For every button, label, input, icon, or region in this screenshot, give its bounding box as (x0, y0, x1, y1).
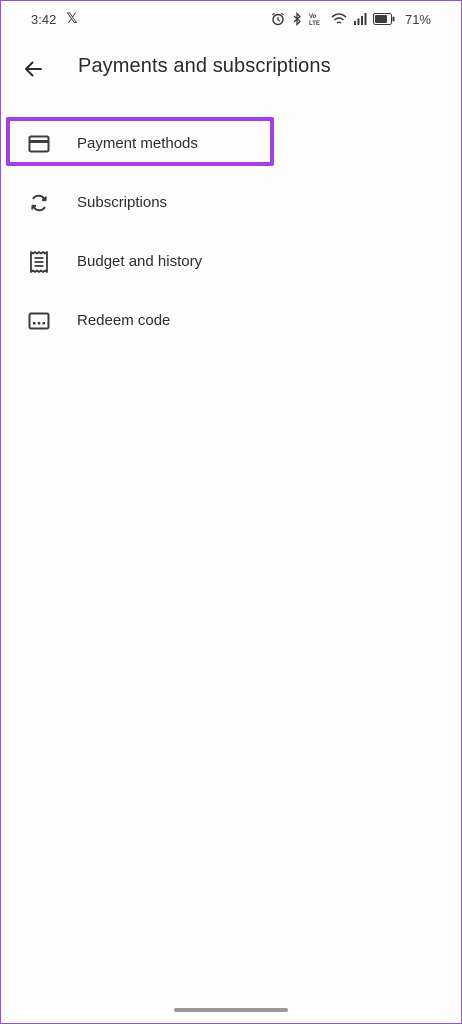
wifi-icon (331, 12, 347, 26)
screen-frame: 3:42 𝕏 Vo LTE 71% Payments and subscript… (0, 0, 462, 1024)
volte-icon: Vo LTE (309, 12, 325, 26)
status-bar: 3:42 𝕏 Vo LTE 71% (1, 1, 461, 37)
app-bar: Payments and subscriptions (1, 41, 461, 97)
menu-item-label: Budget and history (77, 253, 203, 270)
redeem-code-icon (27, 309, 51, 333)
status-time: 3:42 (31, 11, 57, 27)
svg-text:LTE: LTE (309, 21, 320, 26)
bluetooth-icon (291, 12, 303, 26)
menu-item-label: Subscriptions (77, 194, 168, 211)
sync-icon (27, 191, 51, 215)
credit-card-icon (27, 132, 51, 156)
svg-text:Vo: Vo (309, 14, 317, 20)
menu-item-budget-and-history[interactable]: Budget and history (1, 232, 461, 291)
menu-item-label: Payment methods (77, 135, 198, 152)
battery-icon (372, 13, 395, 25)
menu-item-subscriptions[interactable]: Subscriptions (1, 173, 461, 232)
status-left: 3:42 𝕏 (31, 11, 78, 27)
battery-percent: 71% (404, 11, 431, 27)
menu-item-payment-methods[interactable]: Payment methods (1, 114, 461, 173)
signal-icon (353, 12, 367, 26)
page-title: Payments and subscriptions (78, 55, 331, 77)
gesture-navigation-bar[interactable] (174, 1008, 288, 1012)
arrow-back-icon (25, 61, 42, 77)
x-logo-icon: 𝕏 (66, 11, 78, 27)
menu-item-redeem-code[interactable]: Redeem code (1, 291, 461, 350)
status-right: Vo LTE 71% (271, 12, 431, 27)
back-button[interactable] (15, 51, 51, 87)
menu-item-label: Redeem code (77, 312, 171, 329)
alarm-icon (271, 12, 285, 26)
receipt-icon (27, 250, 51, 274)
menu-list: Payment methods Subscriptions Budget and… (1, 114, 461, 350)
